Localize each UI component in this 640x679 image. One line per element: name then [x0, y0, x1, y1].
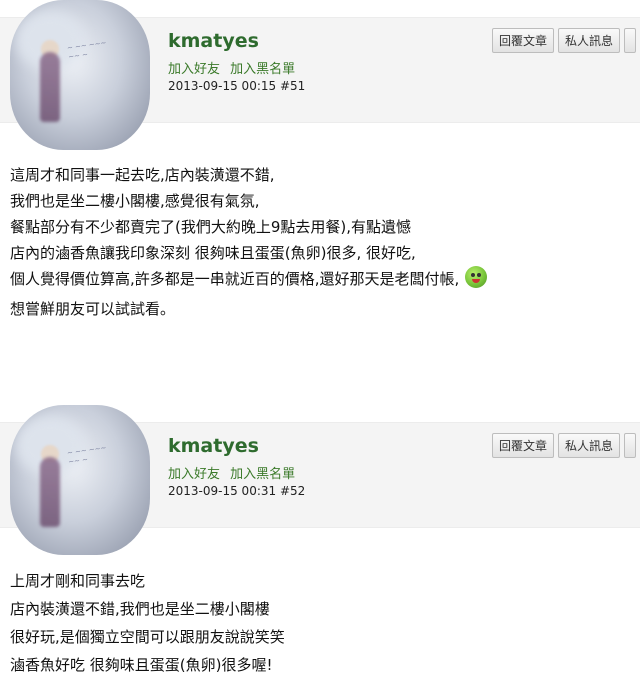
forum-post: ~ ~~ ~~~ ~~ ~ kmatyes 加入好友 加入黑名單 2013-09-… — [0, 0, 640, 390]
post-buttons: 回覆文章 私人訊息 — [492, 433, 637, 458]
user-actions: 加入好友 加入黑名單 — [168, 463, 301, 482]
post-line: 個人覺得價位算高,許多都是一串就近百的價格,還好那天是老闆付帳, — [10, 270, 460, 288]
user-actions: 加入好友 加入黑名單 — [168, 58, 301, 77]
smiley-face-icon — [465, 265, 488, 288]
post-timestamp: 2013-09-15 00:15 — [168, 79, 277, 93]
post-line: 餐點部分有不少都賣完了(我們大約晚上9點去用餐),有點遺憾 — [10, 218, 412, 236]
avatar[interactable]: ~ ~~ ~~~ ~~ ~ — [10, 405, 150, 555]
avatar-figure — [40, 52, 60, 122]
post-number[interactable]: #52 — [280, 484, 305, 498]
private-message-button[interactable]: 私人訊息 — [558, 28, 621, 53]
post-line: 我們也是坐二樓小閣樓,感覺很有氣氛, — [10, 192, 260, 210]
more-button[interactable] — [624, 28, 637, 53]
post-meta: 2013-09-15 00:15 #51 — [168, 79, 305, 93]
username[interactable]: kmatyes — [168, 30, 259, 52]
post-line: 店內裝潢還不錯,我們也是坐二樓小閣樓 — [10, 600, 270, 618]
more-button[interactable] — [624, 433, 637, 458]
post-line: 想嘗鮮朋友可以試試看。 — [10, 300, 176, 318]
post-line: 這周才和同事一起去吃,店內裝潢還不錯, — [10, 166, 275, 184]
post-body: 這周才和同事一起去吃,店內裝潢還不錯, 我們也是坐二樓小閣樓,感覺很有氣氛, 餐… — [10, 162, 488, 322]
post-buttons: 回覆文章 私人訊息 — [492, 28, 637, 53]
post-number[interactable]: #51 — [280, 79, 305, 93]
post-meta: 2013-09-15 00:31 #52 — [168, 484, 305, 498]
add-blacklist-link[interactable]: 加入黑名單 — [230, 62, 295, 77]
username[interactable]: kmatyes — [168, 435, 259, 457]
add-blacklist-link[interactable]: 加入黑名單 — [230, 467, 295, 482]
post-line: 滷香魚好吃 很夠味且蛋蛋(魚卵)很多喔! — [10, 656, 273, 674]
emoji-mouth — [472, 278, 481, 283]
add-friend-link[interactable]: 加入好友 — [168, 467, 220, 482]
post-body: 上周才剛和同事去吃 店內裝潢還不錯,我們也是坐二樓小閣樓 很好玩,是個獨立空間可… — [10, 567, 285, 679]
post-line: 上周才剛和同事去吃 — [10, 572, 146, 590]
reply-button[interactable]: 回覆文章 — [492, 433, 555, 458]
post-line: 很好玩,是個獨立空間可以跟朋友說說笑笑 — [10, 628, 285, 646]
post-line: 店內的滷香魚讓我印象深刻 很夠味且蛋蛋(魚卵)很多, 很好吃, — [10, 244, 416, 262]
add-friend-link[interactable]: 加入好友 — [168, 62, 220, 77]
avatar-figure — [40, 457, 60, 527]
post-timestamp: 2013-09-15 00:31 — [168, 484, 277, 498]
reply-button[interactable]: 回覆文章 — [492, 28, 555, 53]
forum-post: ~ ~~ ~~~ ~~ ~ kmatyes 加入好友 加入黑名單 2013-09-… — [0, 405, 640, 674]
post-line-with-emoji: 個人覺得價位算高,許多都是一串就近百的價格,還好那天是老闆付帳, — [10, 265, 488, 296]
avatar[interactable]: ~ ~~ ~~~ ~~ ~ — [10, 0, 150, 150]
private-message-button[interactable]: 私人訊息 — [558, 433, 621, 458]
